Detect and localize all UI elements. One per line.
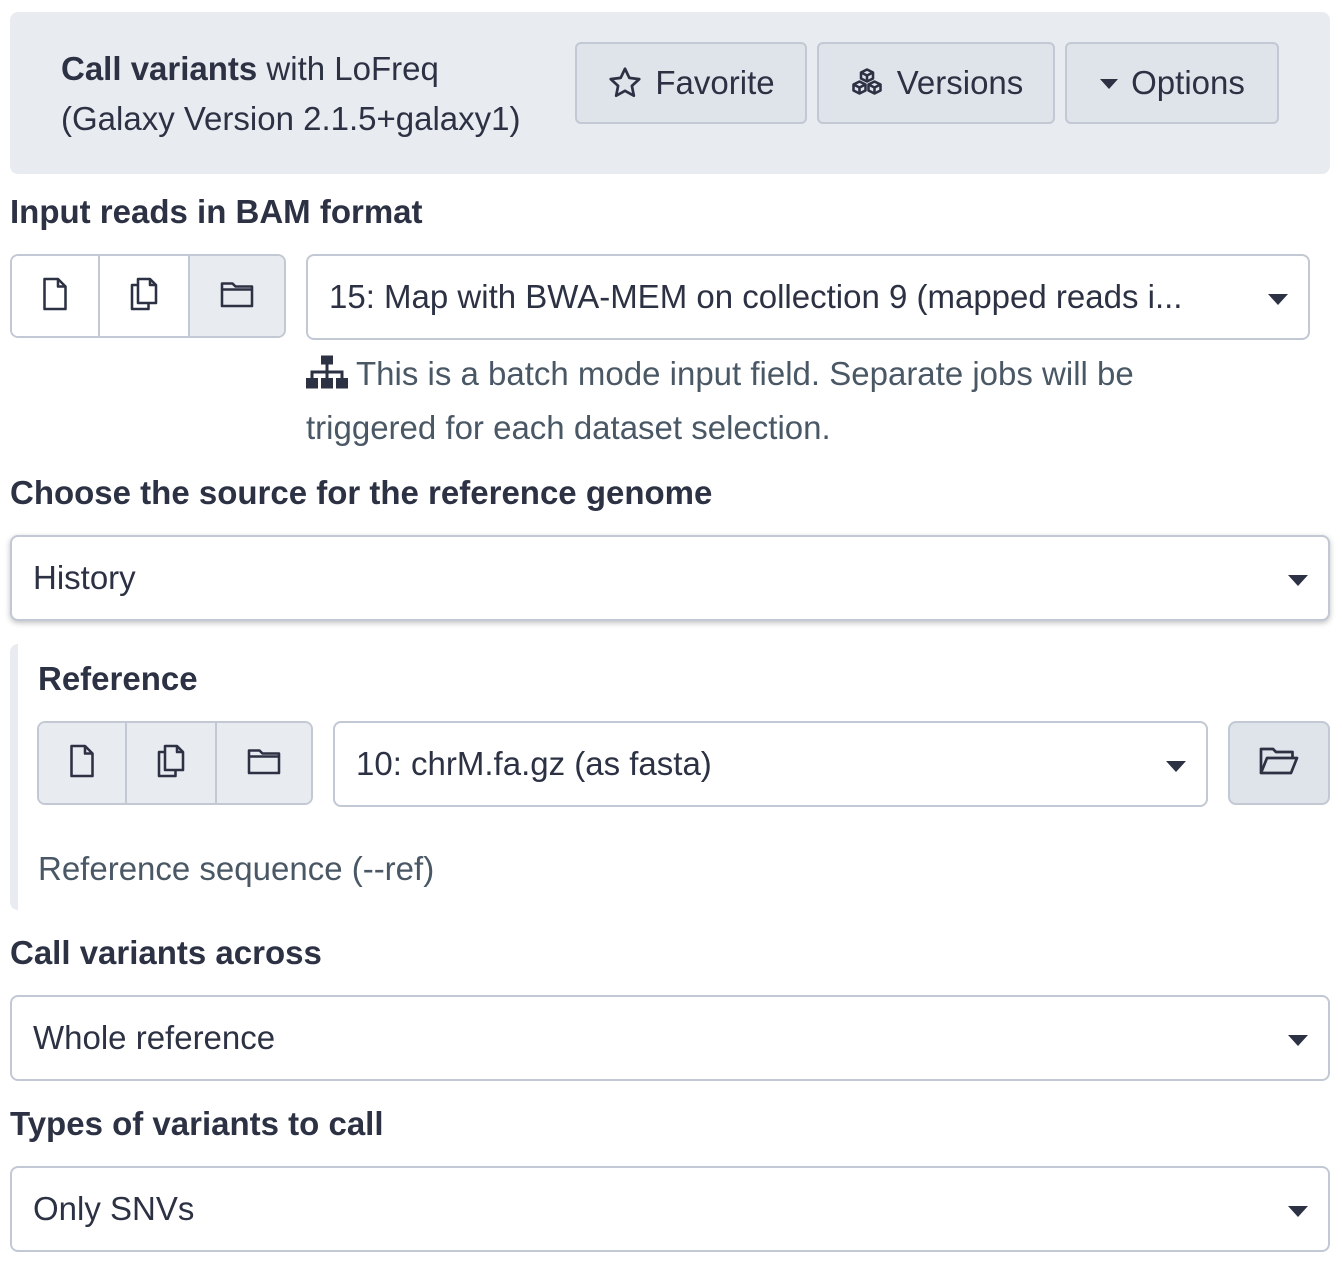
tool-name: Call variants xyxy=(61,50,258,87)
variant-types-value: Only SNVs xyxy=(33,1190,195,1227)
tool-title: Call variants with LoFreq (Galaxy Versio… xyxy=(61,44,541,144)
sitemap-icon xyxy=(306,353,348,403)
single-dataset-button[interactable] xyxy=(12,256,100,336)
variant-types-label: Types of variants to call xyxy=(10,1105,384,1142)
batch-mode-help: This is a batch mode input field. Separa… xyxy=(306,349,1266,453)
files-icon xyxy=(155,743,187,784)
reference-label: Reference xyxy=(38,660,198,697)
call-across-label: Call variants across xyxy=(10,934,322,971)
input-reads-value: 15: Map with BWA-MEM on collection 9 (ma… xyxy=(329,278,1183,315)
file-icon xyxy=(39,276,71,317)
files-icon xyxy=(128,276,160,317)
chevron-down-icon xyxy=(1288,1035,1308,1046)
chevron-down-icon xyxy=(1166,761,1186,772)
versions-label: Versions xyxy=(896,64,1024,101)
tool-version: (Galaxy Version 2.1.5+galaxy1) xyxy=(61,100,521,137)
caret-down-icon xyxy=(1099,73,1119,93)
call-across-value: Whole reference xyxy=(33,1019,276,1056)
cubes-icon xyxy=(849,65,885,101)
input-reads-select[interactable]: 15: Map with BWA-MEM on collection 9 (ma… xyxy=(306,254,1310,340)
collection-button[interactable] xyxy=(190,256,284,336)
tool-header: Call variants with LoFreq (Galaxy Versio… xyxy=(10,12,1330,174)
reference-select[interactable]: 10: chrM.fa.gz (as fasta) xyxy=(333,721,1208,807)
genome-source-select[interactable]: History xyxy=(10,535,1330,621)
chevron-down-icon xyxy=(1288,575,1308,586)
input-reads-mode-group xyxy=(10,254,286,338)
browse-datasets-button[interactable] xyxy=(1228,721,1330,805)
reference-mode-group xyxy=(37,721,313,805)
collection-button[interactable] xyxy=(217,723,311,803)
input-reads-label: Input reads in BAM format xyxy=(10,193,423,230)
reference-help: Reference sequence (--ref) xyxy=(38,850,435,887)
folder-icon xyxy=(246,745,282,782)
file-icon xyxy=(66,743,98,784)
star-icon xyxy=(607,65,643,101)
tool-name-suffix: with LoFreq xyxy=(257,50,439,87)
multiple-datasets-button[interactable] xyxy=(100,256,190,336)
genome-source-value: History xyxy=(33,559,136,596)
multiple-datasets-button[interactable] xyxy=(127,723,217,803)
batch-mode-help-text: This is a batch mode input field. Separa… xyxy=(306,355,1134,446)
chevron-down-icon xyxy=(1288,1206,1308,1217)
favorite-label: Favorite xyxy=(655,64,775,101)
single-dataset-button[interactable] xyxy=(39,723,127,803)
options-button[interactable]: Options xyxy=(1065,42,1279,124)
folder-icon xyxy=(219,278,255,315)
variant-types-select[interactable]: Only SNVs xyxy=(10,1166,1330,1252)
genome-source-label: Choose the source for the reference geno… xyxy=(10,474,713,511)
versions-button[interactable]: Versions xyxy=(817,42,1055,124)
options-label: Options xyxy=(1131,64,1245,101)
folder-open-icon xyxy=(1258,744,1300,783)
favorite-button[interactable]: Favorite xyxy=(575,42,807,124)
call-across-select[interactable]: Whole reference xyxy=(10,995,1330,1081)
chevron-down-icon xyxy=(1268,294,1288,305)
reference-value: 10: chrM.fa.gz (as fasta) xyxy=(356,745,712,782)
